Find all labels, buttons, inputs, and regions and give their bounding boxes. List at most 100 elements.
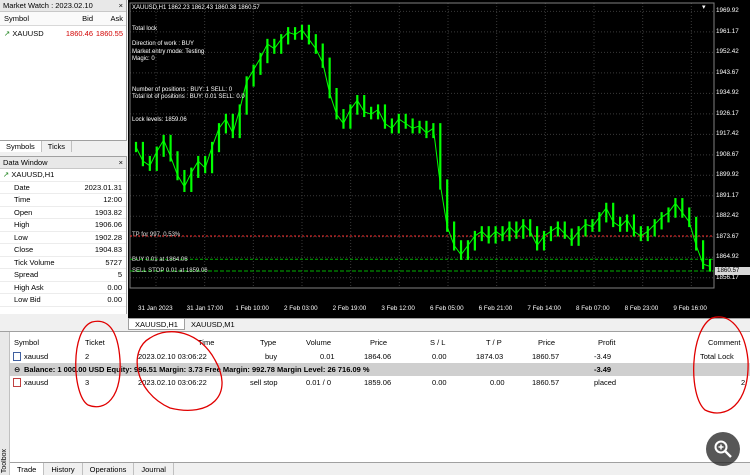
y-tick-label: 1917.42 <box>716 130 739 138</box>
data-window-value: 1902.28 <box>94 232 122 242</box>
terminal-panel: Toolbox Symbol Ticket Time Type Volume P… <box>0 331 750 475</box>
data-window-value: 1903.82 <box>94 207 122 217</box>
table-row[interactable]: xauusd 2 2023.02.10 03:06:22 buy 0.01 18… <box>10 350 750 363</box>
trend-up-icon: ↗ <box>3 170 10 180</box>
tab-xauusd-h1[interactable]: XAUUSD,H1 <box>128 319 185 330</box>
col-bid[interactable]: Bid <box>60 14 93 23</box>
position-icon <box>13 352 21 361</box>
zoom-in-icon <box>714 440 732 458</box>
balance-row[interactable]: ⊖ Balance: 1 000.00 USD Equity: 996.51 M… <box>10 363 750 376</box>
col-current-price[interactable]: Price <box>538 338 555 347</box>
x-tick-label: 8 Feb 07:00 <box>576 305 610 312</box>
cell-sl: 0.00 <box>432 352 447 361</box>
cell-type: buy <box>265 352 278 361</box>
col-comment[interactable]: Comment <box>708 338 741 347</box>
data-window-row: Close 1904.83 <box>0 244 126 257</box>
data-window-label: Time <box>14 195 31 205</box>
toolbox-label: Toolbox <box>1 448 8 473</box>
chart-comment-line: Lock levels: 1859.06 <box>132 117 187 124</box>
tab-xauusd-m1[interactable]: XAUUSD,M1 <box>185 319 241 330</box>
y-tick-label: 1969.92 <box>716 7 739 15</box>
chart-tabs: XAUUSD,H1 XAUUSD,M1 <box>128 318 750 330</box>
chart-comment-line: Total lock <box>132 26 158 32</box>
data-window-value: 0.00 <box>107 282 122 292</box>
y-tick-label: 1926.17 <box>716 109 739 117</box>
data-window-symbol: XAUUSD,H1 <box>11 170 55 180</box>
tab-operations[interactable]: Operations <box>83 463 135 475</box>
tp-label: TP for 997, 0.53% <box>132 232 181 238</box>
col-ticket[interactable]: Ticket <box>85 338 105 347</box>
y-tick-label: 1899.92 <box>716 171 739 179</box>
tab-symbols[interactable]: Symbols <box>0 141 42 152</box>
x-tick-label: 8 Feb 23:00 <box>624 305 659 312</box>
market-watch-row[interactable]: ↗ XAUUSD 1860.46 1860.55 <box>0 26 126 40</box>
col-time[interactable]: Time <box>198 338 214 347</box>
data-window-label: Spread <box>14 270 39 280</box>
data-window-panel: Data Window × ↗ XAUUSD,H1 Date 2023.01.31… <box>0 156 127 314</box>
data-window-row: High 1906.06 <box>0 219 126 232</box>
close-icon[interactable]: × <box>119 1 123 10</box>
cell-current-price: 1860.57 <box>532 378 560 387</box>
market-watch-title-bar: Market Watch : 2023.02.10 × <box>0 0 126 12</box>
chart-comment-line: Total lot of positions : BUY: 0.01 SELL:… <box>132 94 245 101</box>
price-chart[interactable]: XAUUSD,H1 1862.23 1862.43 1860.38 1860.5… <box>128 0 750 318</box>
cell-type: sell stop <box>250 378 278 387</box>
data-window-row: Low 1902.28 <box>0 232 126 244</box>
close-icon[interactable]: × <box>119 158 123 167</box>
y-tick-label: 1891.17 <box>716 191 739 199</box>
cell-ticket: 3 <box>85 378 90 387</box>
chart-comment-line: Market entry mode: Testing <box>132 48 205 55</box>
y-tick-label: 1961.17 <box>716 27 739 35</box>
col-type[interactable]: Type <box>260 338 276 347</box>
col-symbol[interactable]: Symbol <box>0 14 60 23</box>
data-window-row: Low Bid 0.00 <box>0 294 126 307</box>
data-window-title: Data Window <box>3 158 48 167</box>
data-window-value: 5727 <box>105 257 122 267</box>
balance-icon: ⊖ <box>14 365 21 374</box>
sell-stop-label: SELL STOP 0.01 at 1859.06 <box>132 268 208 274</box>
x-tick-label: 31 Jan 17:00 <box>186 305 224 312</box>
x-tick-label: 6 Feb 21:00 <box>478 305 513 312</box>
ask-value: 1860.55 <box>95 28 123 38</box>
toolbox-sidebar[interactable]: Toolbox <box>0 332 10 475</box>
trend-up-icon: ↗ <box>4 28 11 38</box>
col-symbol[interactable]: Symbol <box>14 338 39 347</box>
data-window-value: 1906.06 <box>94 220 122 230</box>
col-volume[interactable]: Volume <box>306 338 331 347</box>
x-tick-label: 1 Feb 10:00 <box>235 305 269 312</box>
data-window-row: Spread 5 <box>0 269 126 282</box>
pending-order-icon <box>13 378 21 387</box>
chart-comment-line: Number of positions : BUY: 1 SELL: 0 <box>132 86 233 93</box>
terminal-tabs: Trade History Operations Journal <box>10 462 750 475</box>
y-tick-label: 1908.67 <box>716 150 739 158</box>
zoom-in-button[interactable] <box>706 432 740 466</box>
data-window-value: 1904.83 <box>94 245 122 255</box>
col-ask[interactable]: Ask <box>93 14 125 23</box>
col-profit[interactable]: Profit <box>598 338 616 347</box>
chart-canvas[interactable] <box>128 0 750 318</box>
cell-ticket: 2 <box>85 352 90 361</box>
cell-tp: 1874.03 <box>476 352 504 361</box>
y-tick-label: 1952.42 <box>716 48 739 56</box>
market-watch-title: Market Watch : 2023.02.10 <box>3 1 93 10</box>
x-tick-label: 2 Feb 19:00 <box>332 305 367 312</box>
table-row[interactable]: xauusd 3 2023.02.10 03:06:22 sell stop 0… <box>10 376 750 389</box>
market-watch-tabs: Symbols Ticks <box>0 140 127 152</box>
x-tick-label: 3 Feb 12:00 <box>381 305 415 312</box>
x-tick-label: 6 Feb 05:00 <box>430 305 464 312</box>
col-sl[interactable]: S / L <box>430 338 445 347</box>
x-tick-label: 9 Feb 16:00 <box>673 305 707 312</box>
data-window-row: Open 1903.82 <box>0 207 126 219</box>
tab-ticks[interactable]: Ticks <box>42 141 72 152</box>
price-line <box>135 29 711 267</box>
tab-trade[interactable]: Trade <box>10 463 45 475</box>
tab-history[interactable]: History <box>44 463 83 475</box>
data-window-row: High Ask 0.00 <box>0 282 126 294</box>
tab-journal[interactable]: Journal <box>134 463 174 475</box>
minimize-icon[interactable]: ▾ <box>702 4 706 11</box>
col-price[interactable]: Price <box>370 338 387 347</box>
market-watch-panel: Market Watch : 2023.02.10 × Symbol Bid A… <box>0 0 127 152</box>
data-window-label: Open <box>14 207 33 217</box>
col-tp[interactable]: T / P <box>486 338 502 347</box>
y-tick-label: 1943.67 <box>716 68 739 76</box>
